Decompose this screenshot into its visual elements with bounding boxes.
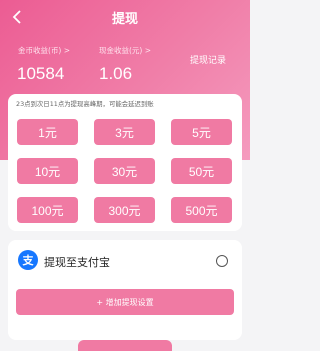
nav-bar: 提现 (0, 4, 250, 30)
back-button[interactable] (8, 8, 26, 26)
amount-card: 23点到次日11点为提现高峰期，可能会延迟到账 1元 3元 5元 10元 30元… (8, 94, 242, 231)
amount-option[interactable]: 1元 (17, 119, 78, 145)
add-withdraw-setting-button[interactable]: + 增加提现设置 (16, 289, 234, 315)
amount-option[interactable]: 50元 (171, 158, 232, 184)
amount-option[interactable]: 300元 (94, 197, 155, 223)
alipay-icon: 支 (18, 250, 38, 270)
peak-notice: 23点到次日11点为提现高峰期，可能会延迟到账 (16, 100, 154, 108)
amount-option[interactable]: 100元 (17, 197, 78, 223)
coin-income-value: 10584 (17, 64, 65, 83)
amount-option[interactable]: 500元 (171, 197, 232, 223)
amount-option[interactable]: 3元 (94, 119, 155, 145)
cash-income-value: 1.06 (99, 64, 133, 83)
amount-option[interactable]: 30元 (94, 158, 155, 184)
withdraw-submit-button[interactable] (78, 340, 172, 351)
page-title: 提现 (111, 11, 138, 27)
alipay-radio[interactable] (216, 255, 228, 267)
alipay-method-label[interactable]: 提现至支付宝 (44, 254, 110, 270)
amount-option[interactable]: 10元 (17, 158, 78, 184)
chevron-left-icon (12, 10, 21, 24)
withdraw-record-link[interactable]: 提现记录 (190, 53, 226, 66)
amount-option[interactable]: 5元 (171, 119, 232, 145)
cash-income-label[interactable]: 现金收益(元) > (99, 45, 151, 56)
withdraw-method-card: 支 提现至支付宝 + 增加提现设置 (8, 240, 242, 340)
coin-income-label[interactable]: 金币收益(币) > (18, 45, 70, 56)
